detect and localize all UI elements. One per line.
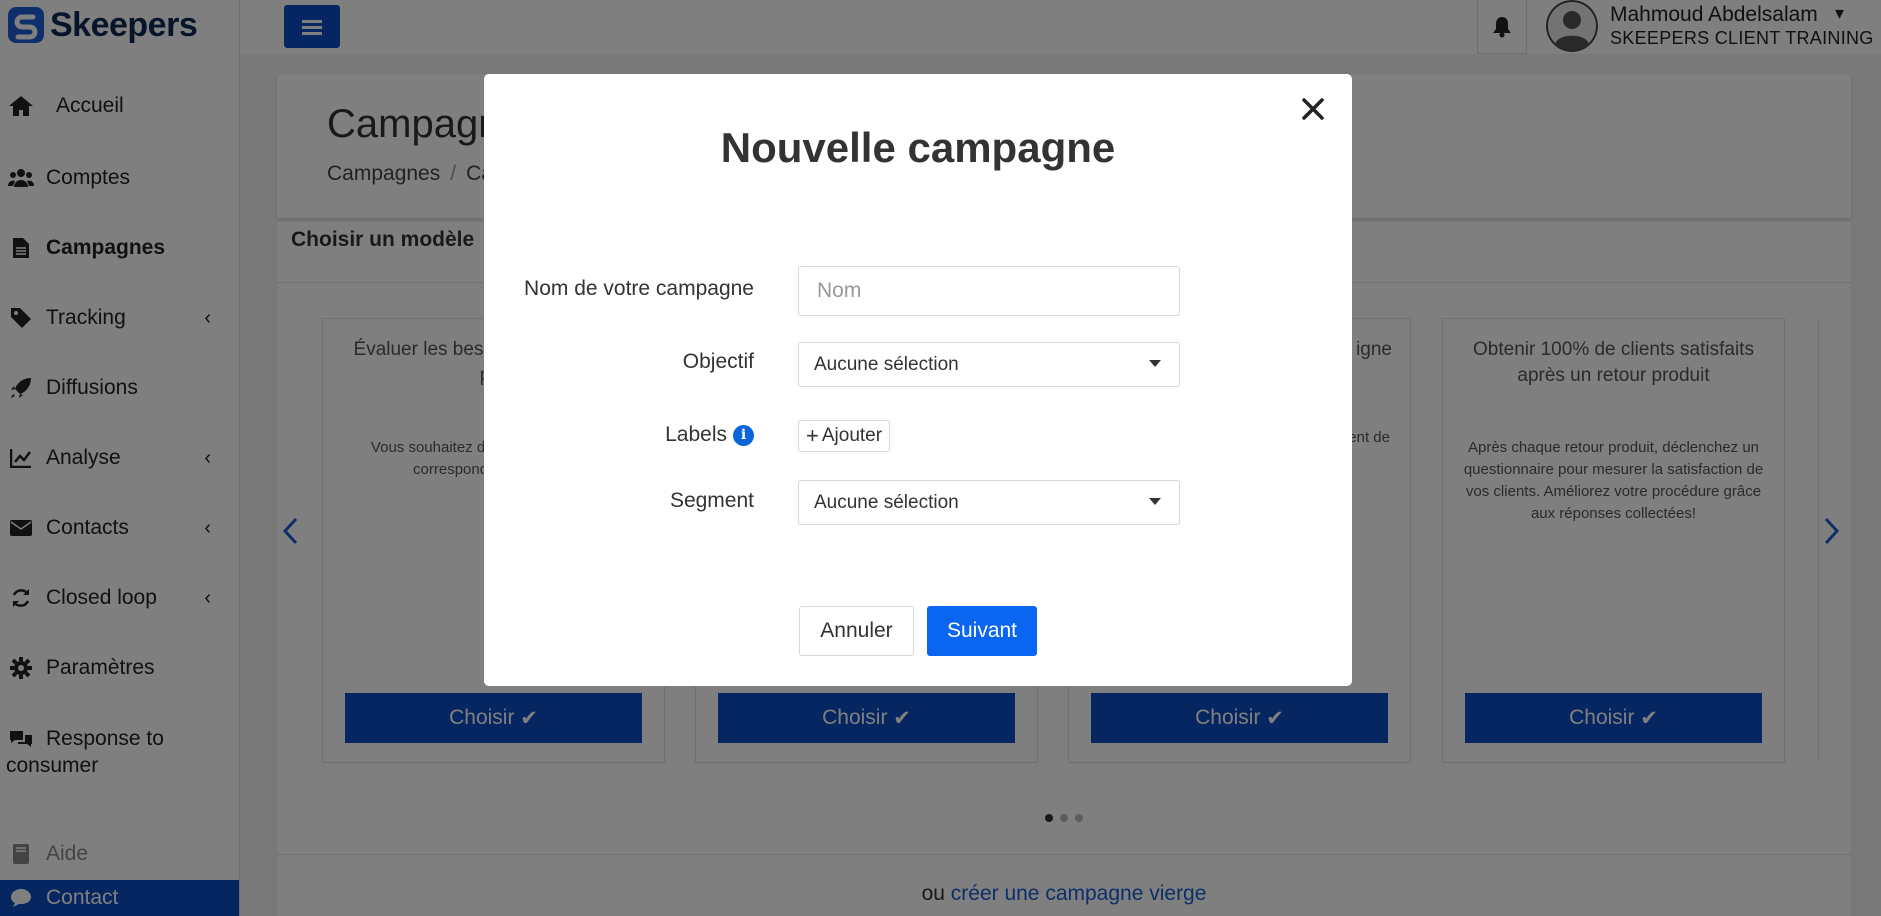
caret-down-icon <box>1149 498 1161 505</box>
plus-icon: + <box>806 423 819 448</box>
objective-select[interactable]: Aucune sélection <box>798 342 1180 387</box>
close-icon <box>1302 98 1324 120</box>
cancel-button[interactable]: Annuler <box>799 606 914 656</box>
add-label-button[interactable]: + Ajouter <box>798 420 891 452</box>
segment-label: Segment <box>669 489 754 512</box>
objective-value: Aucune sélection <box>814 353 959 375</box>
campaign-name-label: Nom de votre campagne <box>524 277 754 300</box>
close-modal-button[interactable] <box>1302 92 1324 126</box>
caret-down-icon <box>1149 360 1161 367</box>
labels-label: Labels i <box>665 423 754 447</box>
info-icon[interactable]: i <box>733 424 754 446</box>
campaign-name-input[interactable]: Nom <box>798 266 1180 316</box>
segment-select[interactable]: Aucune sélection <box>798 480 1180 525</box>
objective-label: Objectif <box>682 350 754 373</box>
modal-title: Nouvelle campagne <box>720 124 1116 171</box>
new-campaign-modal: Nouvelle campagne Nom de votre campagne … <box>484 74 1352 686</box>
segment-value: Aucune sélection <box>814 491 959 513</box>
next-button[interactable]: Suivant <box>927 606 1037 656</box>
